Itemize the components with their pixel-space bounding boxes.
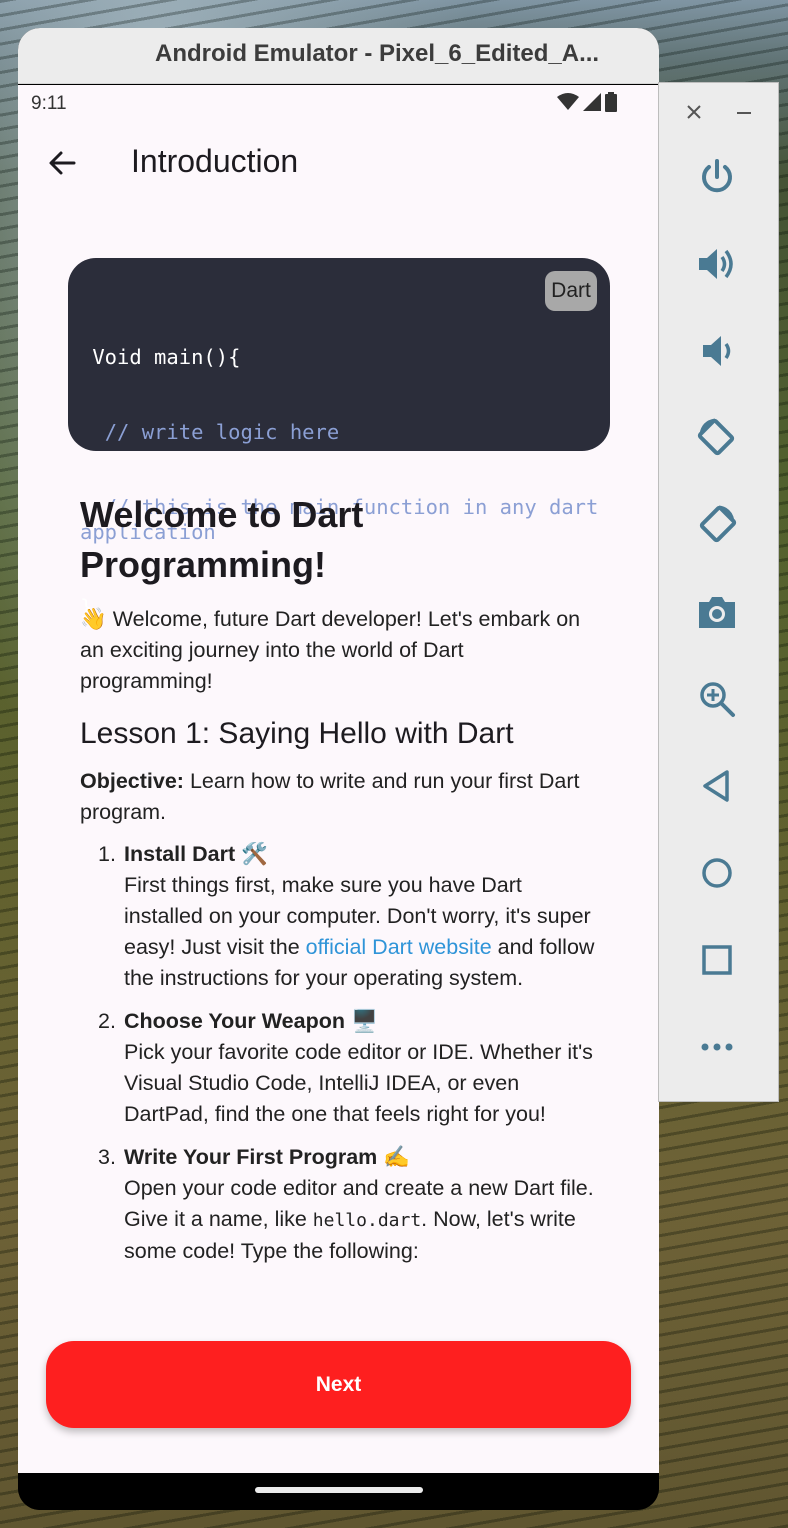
code-block: Dart Void main(){ // write logic here //… [68, 258, 610, 619]
back-triangle-icon[interactable] [693, 762, 741, 810]
objective: Objective: Learn how to write and run yo… [80, 766, 600, 828]
objective-label: Objective: [80, 769, 184, 793]
step-number: 1. [98, 842, 116, 866]
window-titlebar[interactable]: Android Emulator - Pixel_6_Edited_A... [18, 28, 659, 84]
lesson-content: Welcome to Dart Programming! 👋 Welcome, … [80, 490, 600, 1279]
power-icon[interactable] [693, 153, 741, 201]
step-title: Write Your First Program ✍️ [124, 1145, 411, 1169]
volume-down-icon[interactable] [693, 327, 741, 375]
step-item: 3. Write Your First Program ✍️ Open your… [98, 1142, 600, 1267]
volume-up-icon[interactable] [693, 240, 741, 288]
step-title: Choose Your Weapon 🖥️ [124, 1009, 378, 1033]
lesson-title: Lesson 1: Saying Hello with Dart [80, 717, 514, 750]
overview-square-icon[interactable] [693, 936, 741, 984]
step-number: 3. [98, 1145, 116, 1169]
window-title: Android Emulator - Pixel_6_Edited_A... [155, 40, 600, 67]
battery-icon [605, 92, 617, 112]
signal-icon [583, 93, 601, 111]
emulator-side-toolbar [658, 82, 779, 1102]
steps-list: 1. Install Dart 🛠️ First things first, m… [80, 839, 600, 1267]
rotate-right-icon[interactable] [693, 501, 741, 549]
intro-text: Welcome, future Dart developer! Let's em… [80, 607, 581, 693]
welcome-heading: Welcome to Dart Programming! [80, 494, 364, 585]
wave-emoji: 👋 [80, 607, 107, 631]
home-circle-icon[interactable] [693, 849, 741, 897]
step-item: 2. Choose Your Weapon 🖥️ Pick your favor… [98, 1006, 600, 1130]
back-arrow-icon[interactable] [44, 145, 80, 181]
step-text: First things first, make sure you have D… [124, 870, 600, 994]
emulator-window: Android Emulator - Pixel_6_Edited_A... 9… [18, 28, 659, 1510]
app-bar: Introduction [18, 127, 659, 201]
code-line: Void main(){ [80, 345, 241, 369]
rotate-left-icon[interactable] [693, 414, 741, 462]
code-comment-line: // write logic here [80, 420, 340, 444]
step-title: Install Dart 🛠️ [124, 842, 268, 866]
more-icon[interactable] [693, 1023, 741, 1071]
gesture-nav-bar [18, 1473, 659, 1510]
step-text: Open your code editor and create a new D… [124, 1173, 600, 1267]
minimize-icon[interactable] [735, 103, 753, 121]
inline-code: hello.dart [312, 1210, 422, 1231]
dart-website-link[interactable]: official Dart website [306, 935, 492, 959]
status-icons [557, 92, 617, 112]
step-item: 1. Install Dart 🛠️ First things first, m… [98, 839, 600, 994]
close-icon[interactable] [685, 103, 703, 121]
home-handle[interactable] [255, 1487, 423, 1493]
device-screen: 9:11 Introduction Dart Void main(){ // w… [18, 85, 659, 1473]
next-button[interactable]: Next [46, 1341, 631, 1428]
status-bar: 9:11 [18, 85, 659, 123]
intro-paragraph: 👋 Welcome, future Dart developer! Let's … [80, 604, 600, 697]
step-text: Pick your favorite code editor or IDE. W… [124, 1040, 593, 1126]
camera-icon[interactable] [693, 588, 741, 636]
zoom-icon[interactable] [693, 675, 741, 723]
wifi-icon [557, 93, 579, 110]
status-time: 9:11 [31, 93, 67, 114]
page-title: Introduction [131, 143, 299, 179]
step-number: 2. [98, 1009, 116, 1033]
